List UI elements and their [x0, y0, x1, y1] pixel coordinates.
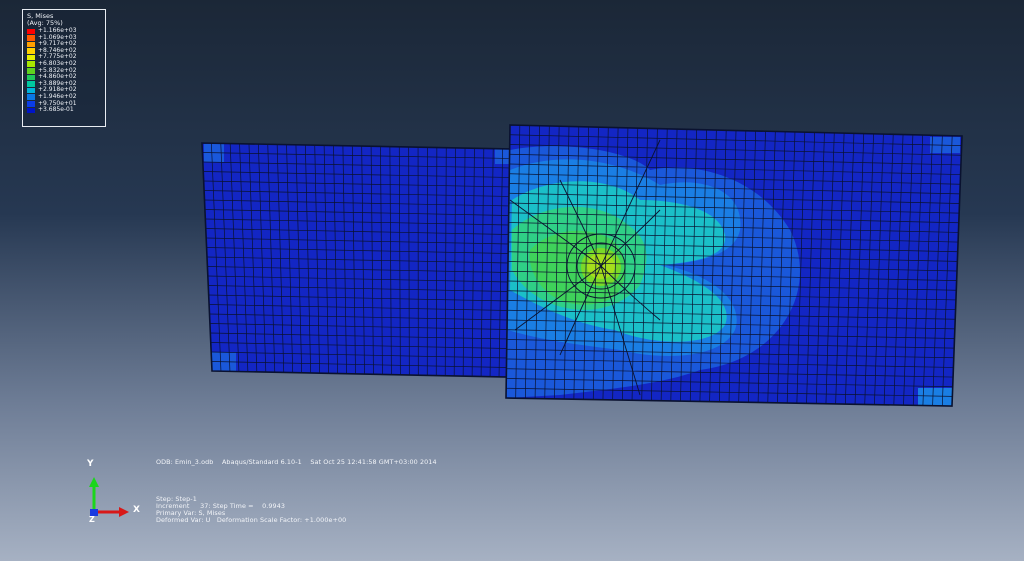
z-axis-marker	[90, 509, 98, 516]
legend-value: +3.685e-01	[38, 106, 74, 114]
right-plate	[505, 124, 963, 407]
legend-color-swatch	[27, 74, 35, 81]
legend-rows: +1.166e+03 +1.069e+03 +9.717e+02 +8.746e+02…	[27, 27, 101, 114]
legend-color-swatch	[27, 61, 35, 68]
contour-legend: S, Mises (Avg: 75%) +1.166e+03 +1.069e+03…	[22, 9, 106, 127]
legend-color-swatch	[27, 81, 35, 87]
y-arrow-head	[89, 477, 99, 487]
legend-color-swatch	[27, 41, 35, 48]
triad-arrows	[89, 477, 129, 517]
coordinate-triad: Y X Z	[80, 455, 160, 535]
x-arrow-head	[119, 507, 129, 517]
legend-color-swatch	[27, 101, 35, 107]
legend-color-swatch	[27, 48, 35, 54]
deformed-var-info: Deformed Var: U Deformation Scale Factor…	[156, 516, 347, 524]
legend-color-swatch	[27, 68, 35, 74]
legend-color-swatch	[27, 107, 35, 114]
legend-color-swatch	[27, 28, 35, 35]
legend-color-swatch	[27, 35, 35, 41]
legend-entry: +3.685e-01	[27, 107, 101, 114]
legend-color-swatch	[27, 94, 35, 101]
legend-color-swatch	[27, 54, 35, 61]
legend-subtitle: (Avg: 75%)	[27, 19, 63, 27]
odb-info: ODB: Emin_3.odb Abaqus/Standard 6.10-1 S…	[156, 458, 437, 466]
left-plate	[201, 142, 513, 378]
legend-color-swatch	[27, 87, 35, 94]
